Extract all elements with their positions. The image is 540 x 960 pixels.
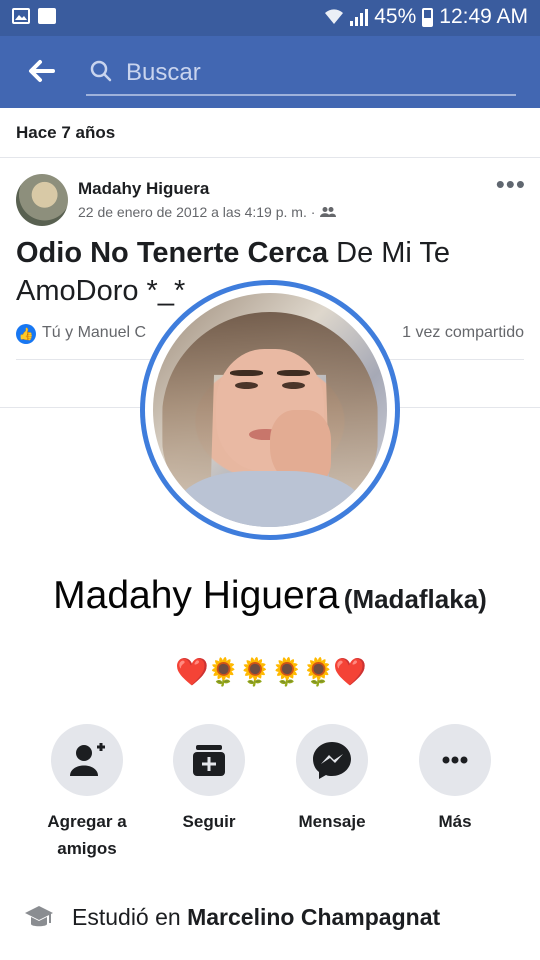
wifi-icon: [325, 9, 344, 24]
clock: 12:49 AM: [439, 5, 528, 28]
search-placeholder: Buscar: [126, 59, 201, 86]
battery-percent: 45%: [374, 5, 417, 28]
friends-icon: [320, 207, 337, 217]
follow-label: Seguir: [182, 812, 236, 831]
post-meta: 22 de enero de 2012 a las 4:19 p. m. ·: [78, 204, 337, 220]
more-dots-icon: •••: [495, 169, 526, 199]
add-friend-button[interactable]: Agregar a amigos: [22, 724, 152, 862]
message-label: Mensaje: [298, 812, 366, 831]
system-status: 45% 12:49 AM: [324, 5, 528, 29]
shares-count[interactable]: 1 vez compartido: [402, 324, 524, 342]
add-friend-label: Agregar a amigos: [47, 812, 127, 858]
message-button[interactable]: Mensaje: [267, 724, 397, 835]
post-text-bold: Odio No Tenerte Cerca: [16, 237, 329, 269]
more-button[interactable]: Más: [390, 724, 520, 835]
follow-icon: [193, 745, 225, 776]
post-date[interactable]: 22 de enero de 2012 a las 4:19 p. m. ·: [78, 204, 315, 220]
profile-picture: [153, 293, 387, 527]
back-button[interactable]: [26, 56, 60, 88]
education-text: Estudió en Marcelino Champagnat: [72, 904, 441, 930]
like-icon: 👍: [16, 324, 36, 344]
graduation-cap-icon: [25, 906, 53, 927]
more-label: Más: [438, 812, 472, 831]
reactions-names: Tú y Manuel C: [42, 324, 147, 341]
battery-icon: [422, 7, 434, 27]
more-icon: [442, 756, 468, 764]
post-author-name[interactable]: Madahy Higuera: [78, 179, 209, 199]
bio-heart-right: ❤️: [333, 657, 367, 687]
post-author-avatar[interactable]: [16, 174, 68, 226]
memory-label: Hace 7 años: [16, 123, 116, 142]
profile-name-row: Madahy Higuera (Madaflaka): [0, 574, 540, 618]
status-bar: 45% 12:49 AM: [0, 0, 540, 36]
notification-icons: [12, 8, 56, 24]
profile-name: Madahy Higuera: [53, 574, 340, 617]
search-header: Buscar: [0, 36, 540, 108]
search-icon: [90, 60, 112, 82]
search-input[interactable]: Buscar: [86, 50, 516, 96]
memory-header: Hace 7 años: [0, 108, 540, 158]
add-friend-icon: [70, 743, 105, 776]
follow-button[interactable]: Seguir: [144, 724, 274, 835]
post-options-button[interactable]: •••: [496, 171, 526, 197]
message-notification-icon: [38, 8, 56, 24]
school-name[interactable]: Marcelino Champagnat: [187, 904, 440, 930]
messenger-icon: [313, 742, 351, 779]
signal-icon: [350, 8, 369, 26]
profile-photo[interactable]: [140, 280, 400, 540]
bio-heart-left: ❤️: [175, 657, 209, 687]
profile-bio: ❤️🌻🌻🌻🌻❤️: [0, 656, 540, 688]
back-arrow-icon: [29, 60, 55, 82]
profile-nickname: (Madaflaka): [343, 584, 487, 614]
bio-flowers: 🌻🌻🌻🌻: [206, 657, 335, 687]
education-info[interactable]: Estudió en Marcelino Champagnat: [0, 890, 540, 946]
image-notification-icon: [12, 8, 30, 24]
